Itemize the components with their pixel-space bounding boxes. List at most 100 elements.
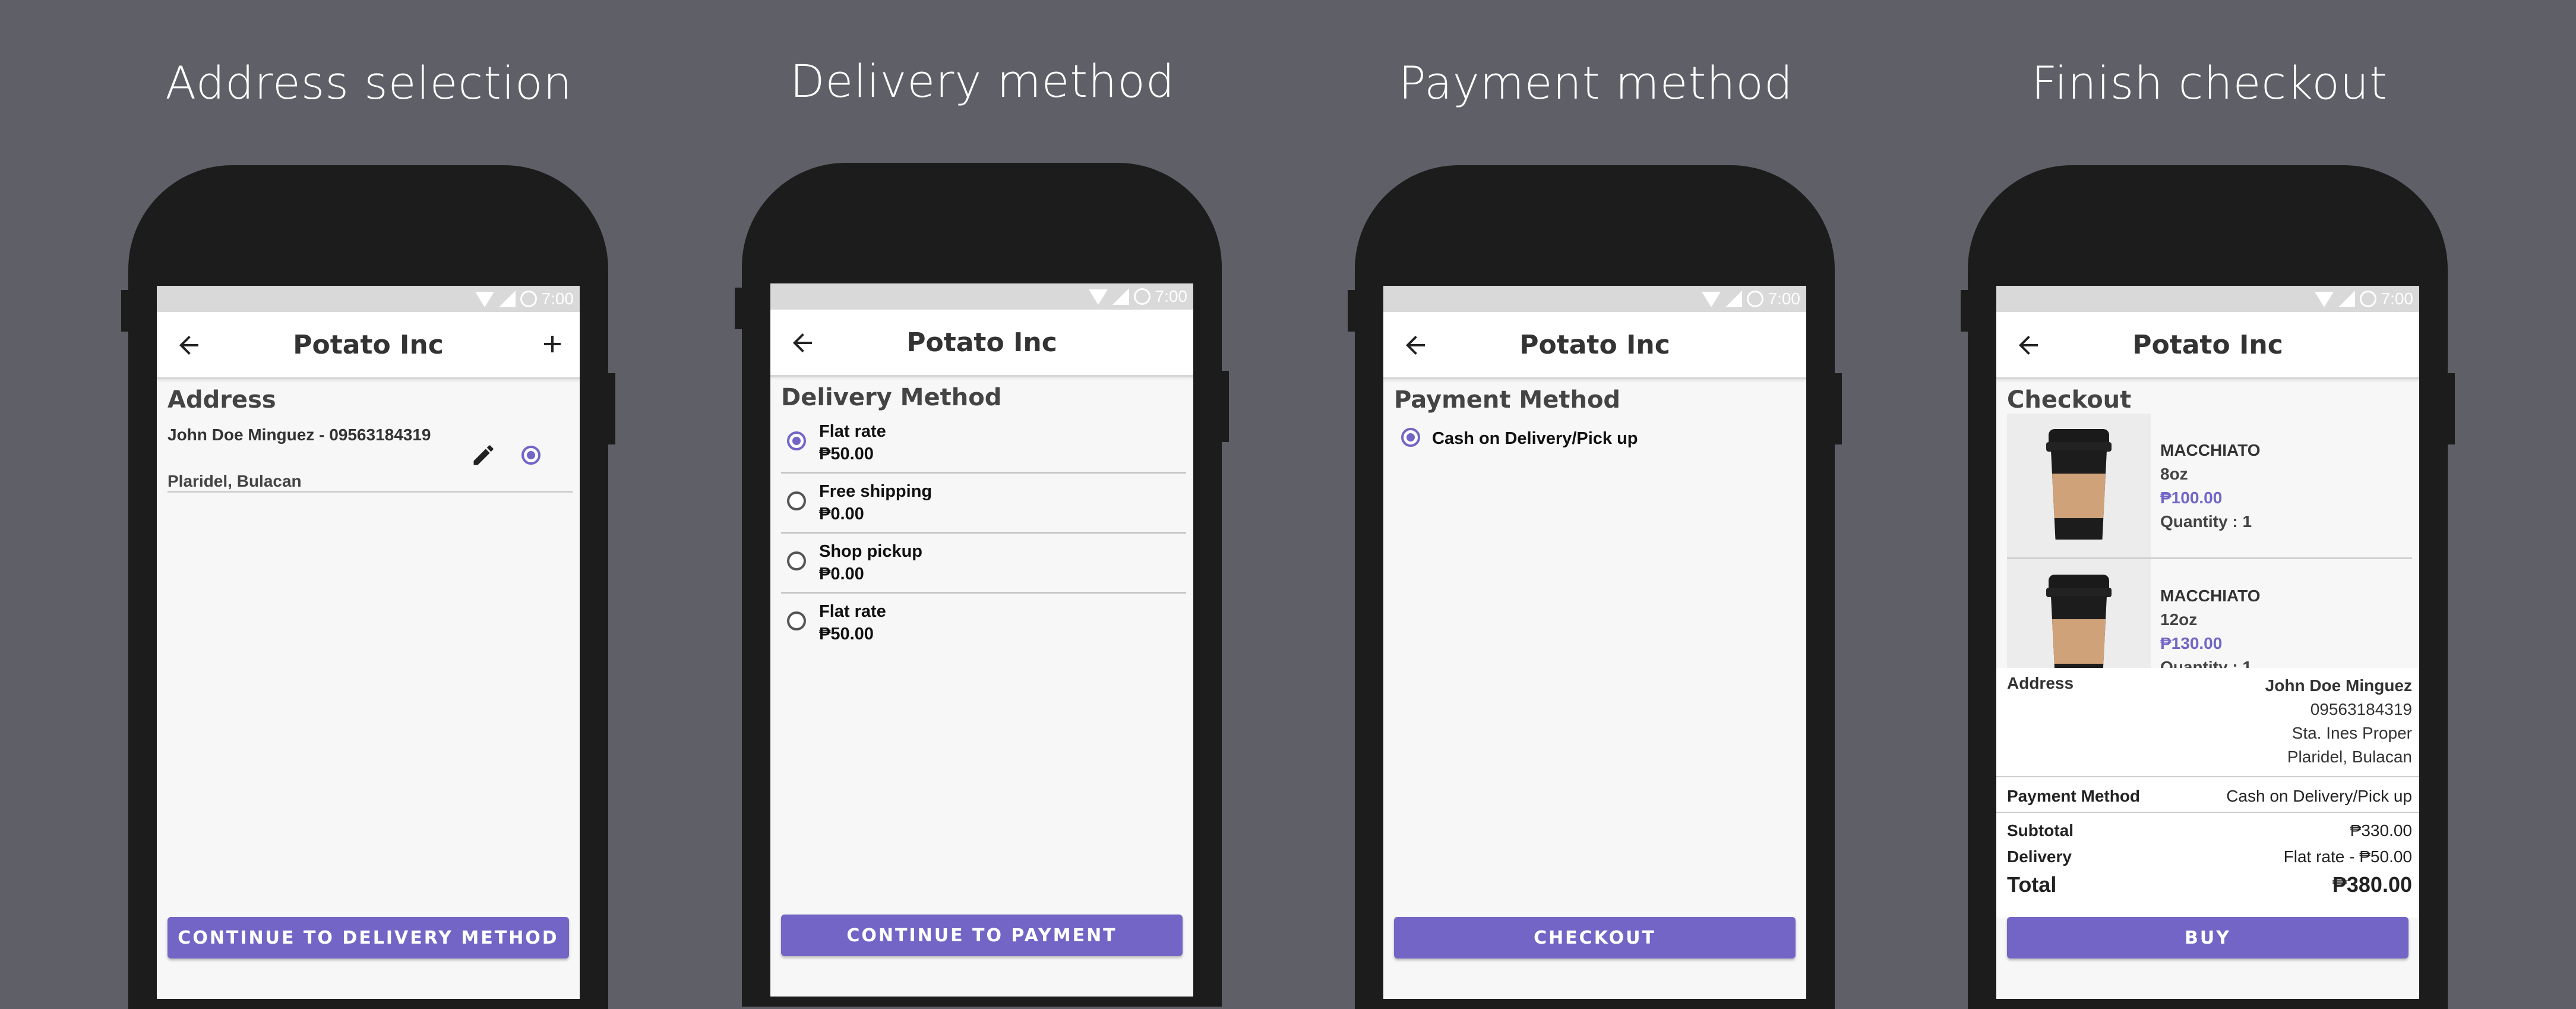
- cart-item[interactable]: MACCHIATO 12oz ₱130.00 Quantity : 1: [2007, 559, 2412, 668]
- status-bar: 7:00: [1383, 286, 1806, 312]
- status-time: 7:00: [1768, 289, 1801, 308]
- item-price: ₱130.00: [2160, 634, 2223, 652]
- delivery-option-price: ₱0.00: [819, 504, 864, 524]
- delivery-option[interactable]: Flat rate ₱50.00: [781, 414, 1186, 474]
- app-title: Potato Inc: [1519, 330, 1670, 360]
- wifi-icon: [2314, 292, 2334, 307]
- delivery-row: Delivery Flat rate - ₱50.00: [1996, 840, 2419, 866]
- product-image: [2007, 414, 2151, 557]
- status-time: 7:00: [541, 289, 574, 308]
- delivery-option-radio[interactable]: [787, 431, 806, 450]
- delivery-option-name: Flat rate: [819, 602, 886, 621]
- plus-icon[interactable]: [538, 330, 567, 358]
- payment-option[interactable]: Cash on Delivery/Pick up: [1394, 414, 1799, 455]
- address-block: Address John Doe Minguez 09563184319 Sta…: [1996, 668, 2419, 777]
- address-label: Address: [2007, 674, 2074, 692]
- checkout-summary: Address John Doe Minguez 09563184319 Sta…: [1996, 668, 2419, 917]
- cart-item[interactable]: MACCHIATO 8oz ₱100.00 Quantity : 1: [2007, 414, 2412, 559]
- delivery-label: Delivery: [2007, 847, 2072, 866]
- delivery-option-radio[interactable]: [787, 491, 806, 510]
- continue-to-delivery-button[interactable]: CONTINUE TO DELIVERY METHOD: [167, 917, 569, 958]
- app-bar: Potato Inc: [1383, 312, 1806, 379]
- item-size: 8oz: [2160, 465, 2188, 483]
- app-bar: Potato Inc: [770, 310, 1193, 377]
- item-price: ₱100.00: [2160, 488, 2223, 507]
- item-quantity: Quantity : 1: [2160, 658, 2252, 668]
- address-line: John Doe Minguez: [2265, 676, 2412, 695]
- screen: 7:00 Potato Inc Delivery Method Flat rat…: [770, 283, 1193, 997]
- battery-icon: [520, 291, 537, 307]
- delivery-option[interactable]: Free shipping ₱0.00: [781, 474, 1186, 534]
- page-heading: Delivery Method: [781, 384, 1002, 411]
- status-time: 7:00: [2381, 289, 2414, 308]
- delivery-option-price: ₱50.00: [819, 444, 874, 463]
- buy-button[interactable]: BUY: [2007, 917, 2409, 958]
- wifi-icon: [1701, 292, 1721, 307]
- total-row: Total ₱380.00: [1996, 866, 2419, 897]
- delivery-value: Flat rate - ₱50.00: [2283, 847, 2412, 866]
- delivery-option-name: Free shipping: [819, 482, 933, 501]
- page-heading: Checkout: [2007, 386, 2132, 414]
- payment-method-label: Payment Method: [2007, 787, 2141, 805]
- screen: 7:00 Potato Inc Checkout MACCHIATO 8oz ₱…: [1996, 286, 2419, 999]
- signal-icon: [498, 291, 516, 307]
- app-title: Potato Inc: [906, 327, 1057, 358]
- address-name-phone: John Doe Minguez - 09563184319: [167, 425, 431, 444]
- payment-option-radio[interactable]: [1401, 428, 1420, 447]
- signal-icon: [2338, 291, 2355, 307]
- payment-method-row: Payment Method Cash on Delivery/Pick up: [1996, 777, 2419, 813]
- delivery-option[interactable]: Shop pickup ₱0.00: [781, 534, 1186, 594]
- section-title-delivery: Delivery method: [789, 55, 1175, 108]
- phone-finish-checkout: 7:00 Potato Inc Checkout MACCHIATO 8oz ₱…: [1961, 165, 2455, 1009]
- delivery-option[interactable]: Flat rate ₱50.00: [781, 594, 1186, 652]
- screen: 7:00 Potato Inc Address John Doe Minguez…: [157, 286, 580, 999]
- address-item[interactable]: John Doe Minguez - 09563184319 Plaridel,…: [167, 414, 573, 493]
- cart-items-list[interactable]: MACCHIATO 8oz ₱100.00 Quantity : 1 MACCH…: [2007, 414, 2412, 668]
- coffee-cup-icon: [2046, 429, 2112, 542]
- payment-option-label: Cash on Delivery/Pick up: [1432, 429, 1638, 448]
- item-quantity: Quantity : 1: [2160, 512, 2252, 531]
- item-name: MACCHIATO: [2160, 441, 2261, 459]
- signal-icon: [1112, 288, 1129, 305]
- checkout-button[interactable]: CHECKOUT: [1394, 917, 1796, 958]
- app-bar: Potato Inc: [157, 312, 580, 379]
- coffee-cup-icon: [2046, 575, 2112, 668]
- delivery-option-radio[interactable]: [787, 551, 806, 570]
- delivery-option-price: ₱50.00: [819, 625, 874, 644]
- page-heading: Address: [167, 386, 276, 414]
- app-title: Potato Inc: [2132, 330, 2283, 360]
- signal-icon: [1725, 291, 1742, 307]
- address-line: Sta. Ines Proper: [2291, 724, 2412, 742]
- app-title: Potato Inc: [293, 330, 444, 360]
- payment-method-value: Cash on Delivery/Pick up: [2226, 787, 2412, 805]
- phone-address-selection: 7:00 Potato Inc Address John Doe Minguez…: [121, 165, 615, 1009]
- address-radio[interactable]: [521, 446, 541, 465]
- status-time: 7:00: [1155, 287, 1188, 305]
- address-location: Plaridel, Bulacan: [167, 472, 302, 490]
- subtotal-row: Subtotal ₱330.00: [1996, 813, 2419, 840]
- delivery-option-name: Shop pickup: [819, 542, 922, 561]
- battery-icon: [1133, 288, 1150, 305]
- battery-icon: [1746, 291, 1763, 307]
- total-value: ₱380.00: [2332, 872, 2412, 897]
- status-bar: 7:00: [770, 283, 1193, 310]
- delivery-option-price: ₱0.00: [819, 565, 864, 584]
- item-name: MACCHIATO: [2160, 587, 2261, 605]
- wifi-icon: [1088, 289, 1108, 305]
- screen: 7:00 Potato Inc Payment Method Cash on D…: [1383, 286, 1806, 999]
- subtotal-value: ₱330.00: [2350, 821, 2412, 840]
- battery-icon: [2359, 291, 2376, 307]
- delivery-option-radio[interactable]: [787, 611, 806, 630]
- status-bar: 7:00: [1996, 286, 2419, 312]
- wifi-icon: [475, 292, 494, 307]
- section-title-payment: Payment method: [1398, 56, 1794, 109]
- page-heading: Payment Method: [1394, 386, 1621, 414]
- status-bar: 7:00: [157, 286, 580, 312]
- pencil-icon[interactable]: [470, 442, 497, 468]
- continue-to-payment-button[interactable]: CONTINUE TO PAYMENT: [781, 915, 1183, 956]
- address-line: 09563184319: [2310, 700, 2412, 718]
- delivery-option-name: Flat rate: [819, 422, 886, 441]
- phone-delivery-method: 7:00 Potato Inc Delivery Method Flat rat…: [735, 163, 1229, 1007]
- address-line: Plaridel, Bulacan: [2287, 748, 2412, 766]
- section-title-address: Address selection: [165, 56, 573, 109]
